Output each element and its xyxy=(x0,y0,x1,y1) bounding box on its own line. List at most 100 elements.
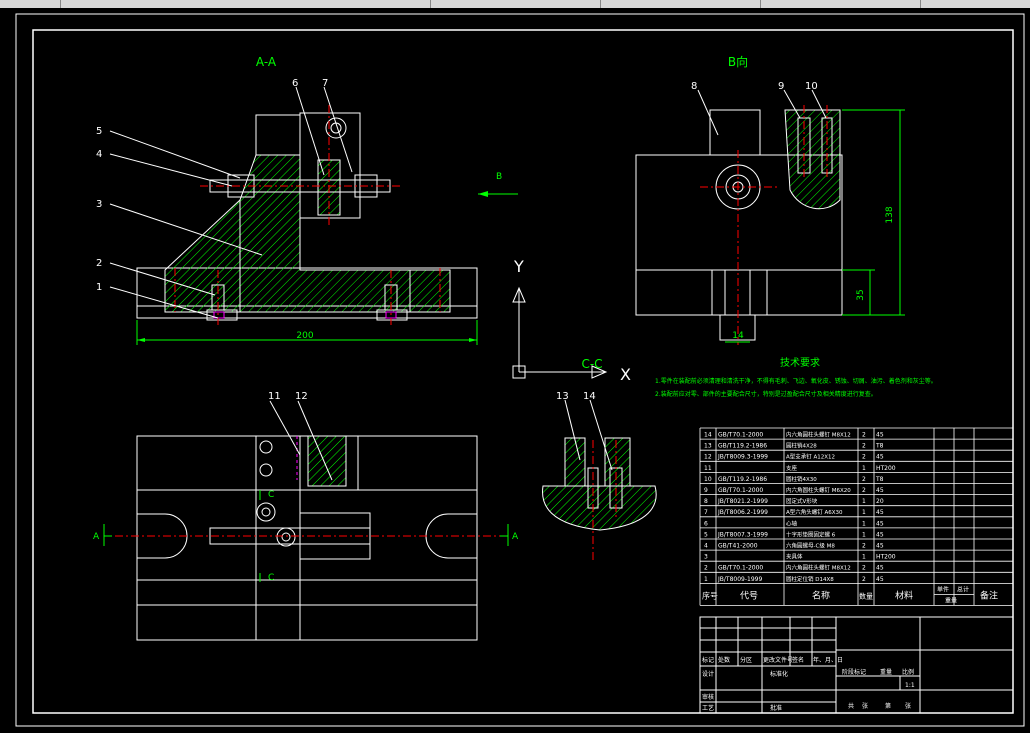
bom-row-code: GB/T70.1-2000 xyxy=(718,487,763,494)
bom-row-code: JB/T8009-1999 xyxy=(717,576,762,583)
bom-row-name: A型六角头螺钉 A6X30 xyxy=(786,508,843,516)
bom-row-material: 45 xyxy=(876,565,884,572)
ucs-icon: Y X xyxy=(512,257,631,384)
bom-row-name: 心轴 xyxy=(786,519,798,527)
bom-row-qty: 2 xyxy=(862,432,866,439)
tb-design: 设计 xyxy=(702,670,714,678)
bom-row-code: GB/T119.2-1986 xyxy=(718,476,767,483)
bom-row-name: 固定式V形块 xyxy=(786,497,818,505)
callout-7: 7 xyxy=(322,78,328,89)
bom-header-total: 总计 xyxy=(957,585,969,593)
bom-row-qty: 1 xyxy=(862,520,866,527)
toolbar-segment[interactable] xyxy=(920,0,1030,8)
technical-requirements: 技术要求 1.零件在装配前必须清理和清洗干净，不得有毛刺、飞边、氧化皮、锈蚀、切… xyxy=(655,356,937,398)
bom-row-code: JB/T8007.3-1999 xyxy=(717,531,768,538)
bom-row-material: 45 xyxy=(876,531,884,538)
section-mark-c-top: C xyxy=(268,490,274,500)
tb-sheets-no: 张 xyxy=(862,702,868,710)
bom-row-name: 圆柱销4X28 xyxy=(786,442,817,450)
tb-scale: 比例 xyxy=(902,668,914,676)
bom-row-material: 45 xyxy=(876,454,884,461)
bom-row-qty: 2 xyxy=(862,476,866,483)
callout-10: 10 xyxy=(805,81,818,92)
bom-row-no: 8 xyxy=(704,498,708,505)
callout-5: 5 xyxy=(96,126,102,137)
bom-row-code: JB/T8006.2-1999 xyxy=(717,509,768,516)
bom-header-material: 材料 xyxy=(895,589,913,601)
callout-13: 13 xyxy=(556,391,569,402)
tb-stage: 阶段标记 xyxy=(842,668,866,676)
outer-frame xyxy=(15,13,1025,727)
view-arrow-b: B xyxy=(478,172,518,197)
tb-date: 年、月、日 xyxy=(813,656,843,664)
bom-row-material: 45 xyxy=(876,576,884,583)
bom-row-no: 11 xyxy=(704,465,712,472)
bom-row-code: GB/T70.1-2000 xyxy=(718,432,763,439)
bom-row-no: 5 xyxy=(704,531,708,538)
bom-row-qty: 2 xyxy=(862,454,866,461)
tech-line-2: 2.装配前应对零、部件的主要配合尺寸，特别是过盈配合尺寸及相关精度进行复查。 xyxy=(655,390,877,398)
bom-row-material: HT200 xyxy=(876,554,896,561)
callout-6: 6 xyxy=(292,78,298,89)
bom-row-material: T8 xyxy=(875,476,884,483)
bill-of-materials-table: 14 GB/T70.1-2000 内六角圆柱头螺钉 M8X12 2 4513 GB/T11… xyxy=(699,427,1014,606)
bom-row-qty: 2 xyxy=(862,443,866,450)
bom-row-qty: 2 xyxy=(862,576,866,583)
bom-header-name: 名称 xyxy=(812,589,830,601)
tb-sheet-of: 第 xyxy=(885,702,891,710)
top-toolbar-strip xyxy=(0,0,1030,8)
view-b: B向 8 9 10 138 35 14 xyxy=(635,54,905,345)
bom-header-code: 代号 xyxy=(740,590,758,601)
callout-12: 12 xyxy=(295,391,308,402)
section-mark-c-bottom: C xyxy=(268,573,274,583)
bom-row-name: 圆柱销4X30 xyxy=(786,475,817,483)
section-mark-a-left: A xyxy=(93,532,100,542)
bom-header-remark: 备注 xyxy=(980,589,998,601)
view-b-title: B向 xyxy=(728,54,748,69)
bom-row-no: 4 xyxy=(704,543,708,550)
tb-sheets-total: 共 xyxy=(848,702,854,710)
bom-row-qty: 1 xyxy=(862,465,866,472)
view-cc: C-C 13 14 xyxy=(542,357,657,560)
bom-row-name: 六角圆螺母-C级 M8 xyxy=(786,542,835,550)
bom-row-no: 7 xyxy=(704,509,708,516)
toolbar-segment[interactable] xyxy=(760,0,911,8)
toolbar-segment[interactable] xyxy=(430,0,591,8)
bom-row-qty: 2 xyxy=(862,565,866,572)
bom-header-weight: 重量 xyxy=(945,596,957,604)
bom-row-qty: 2 xyxy=(862,543,866,550)
tech-line-1: 1.零件在装配前必须清理和清洗干净，不得有毛刺、飞边、氧化皮、锈蚀、切屑、油污、… xyxy=(655,377,937,385)
callout-1: 1 xyxy=(96,282,102,293)
toolbar-segment[interactable] xyxy=(60,0,421,8)
view-arrow-b-label: B xyxy=(496,172,502,182)
dimension-35: 35 xyxy=(856,289,866,300)
bom-row-name: 内六角圆柱头螺钉 M8X12 xyxy=(786,564,851,572)
bom-row-material: 20 xyxy=(876,498,884,505)
axis-x-label: X xyxy=(620,365,631,384)
view-cc-title: C-C xyxy=(581,357,602,371)
dimension-14: 14 xyxy=(732,331,744,341)
tb-scale-value: 1:1 xyxy=(905,682,915,689)
tb-standard: 标准化 xyxy=(770,670,788,678)
bom-row-no: 2 xyxy=(704,565,708,572)
toolbar-segment[interactable] xyxy=(600,0,751,8)
bom-header-no: 序号 xyxy=(702,590,718,600)
bom-row-material: HT200 xyxy=(876,465,896,472)
bom-row-name: 圆柱定位销 D14X8 xyxy=(786,575,834,583)
bom-row-no: 10 xyxy=(704,476,712,483)
bom-row-name: 十字形垫圈固定螺 6 xyxy=(786,530,836,538)
cc-section-body xyxy=(542,485,657,531)
cad-drawing-canvas[interactable]: A-A 5 4 3 2 1 6 7 200 B B向 8 9 10 138 35… xyxy=(0,8,1030,733)
tb-review: 审核 xyxy=(702,693,714,701)
tb-approve: 批准 xyxy=(770,704,782,712)
view-aa-title: A-A xyxy=(256,55,277,69)
axis-y-label: Y xyxy=(513,257,524,276)
callout-4: 4 xyxy=(96,149,102,160)
bom-row-code: GB/T70.1-2000 xyxy=(718,565,763,572)
section-mark-a-right: A xyxy=(512,532,519,542)
bom-row-material: 45 xyxy=(876,543,884,550)
view-aa: A-A 5 4 3 2 1 6 7 200 xyxy=(96,55,478,345)
tb-mark: 标记 xyxy=(702,656,714,664)
bom-row-no: 6 xyxy=(704,520,708,527)
bom-row-material: T8 xyxy=(875,443,884,450)
